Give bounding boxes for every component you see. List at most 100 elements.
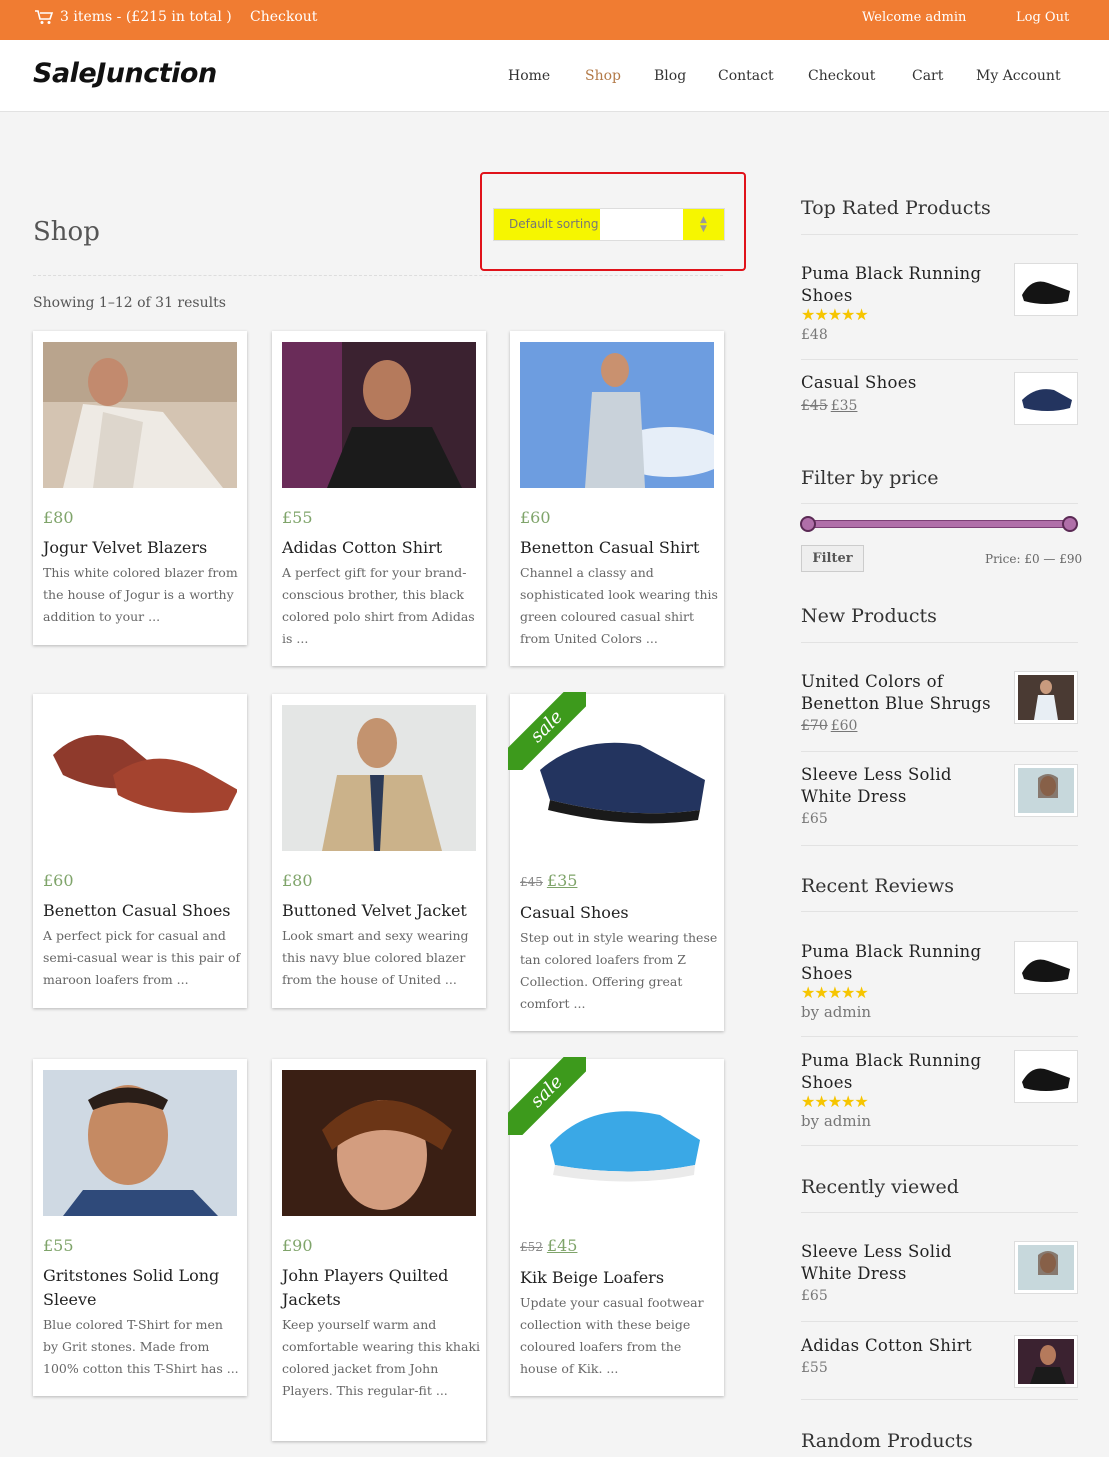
divider [801, 911, 1078, 912]
widget-title-recent-reviews: Recent Reviews [801, 875, 954, 897]
nav-contact[interactable]: Contact [718, 68, 774, 84]
widget-title-filter: Filter by price [801, 467, 939, 489]
product-card[interactable]: £55 Adidas Cotton Shirt A perfect gift f… [272, 331, 486, 666]
price-slider-min-handle[interactable] [800, 516, 816, 532]
widget-item-name[interactable]: Sleeve Less Solid White Dress [801, 1241, 1006, 1285]
product-name[interactable]: Buttoned Velvet Jacket [282, 899, 478, 923]
widget-title-new-products: New Products [801, 605, 937, 627]
widget-old-price: £70 [801, 718, 828, 734]
logout-link[interactable]: Log Out [1016, 10, 1069, 25]
widget-item-name[interactable]: United Colors of Benetton Blue Shrugs [801, 671, 1006, 715]
widget-title-recently-viewed: Recently viewed [801, 1176, 959, 1198]
price-slider-max-handle[interactable] [1062, 516, 1078, 532]
product-name[interactable]: Benetton Casual Shirt [520, 536, 716, 560]
rating-stars: ★★★★★ [801, 1092, 869, 1111]
widget-item-name[interactable]: Sleeve Less Solid White Dress [801, 764, 1006, 808]
divider [801, 1399, 1078, 1400]
nav-cart[interactable]: Cart [912, 68, 943, 84]
topbar-checkout-link[interactable]: Checkout [250, 9, 317, 25]
sale-ribbon: sale [508, 1057, 586, 1135]
price-slider-track[interactable] [806, 520, 1073, 528]
site-logo[interactable]: SaleJunction [33, 58, 217, 89]
product-image[interactable] [43, 705, 237, 851]
divider [801, 359, 1078, 360]
product-price: £45 £35 [520, 871, 577, 890]
nav-shop[interactable]: Shop [585, 68, 621, 84]
sale-ribbon: sale [508, 692, 586, 770]
divider [801, 642, 1078, 643]
product-card[interactable]: sale £45 £35 Casual Shoes Step out in sty… [508, 692, 724, 1031]
filter-button[interactable]: Filter [801, 545, 864, 572]
divider [801, 503, 1078, 504]
widget-item-thumbnail[interactable] [1014, 941, 1078, 994]
product-description: Step out in style wearing these tan colo… [520, 930, 718, 1011]
product-card[interactable]: sale £52 £45 Kik Beige Loafers Update you… [508, 1057, 724, 1396]
widget-item-name[interactable]: Adidas Cotton Shirt [801, 1335, 1006, 1357]
price-range-text: Price: £0 — £90 [985, 552, 1083, 566]
product-description: A perfect pick for casual and semi-casua… [43, 928, 241, 987]
product-description: Channel a classy and sophisticated look … [520, 565, 718, 646]
product-name[interactable]: Adidas Cotton Shirt [282, 536, 478, 560]
product-image[interactable] [282, 705, 476, 851]
widget-item-thumbnail[interactable] [1014, 1335, 1078, 1388]
product-image[interactable] [282, 342, 476, 488]
product-card[interactable]: £90 John Players Quilted Jackets Keep yo… [272, 1059, 486, 1441]
nav-checkout[interactable]: Checkout [808, 68, 875, 84]
product-old-price: £45 [520, 875, 543, 889]
nav-my-account[interactable]: My Account [976, 68, 1061, 84]
divider [801, 234, 1078, 235]
product-image[interactable] [520, 342, 714, 488]
product-price: £60 [520, 508, 551, 527]
nav-home[interactable]: Home [508, 68, 550, 84]
widget-item-price: £45 £35 [801, 398, 857, 414]
widget-item-name[interactable]: Puma Black Running Shoes [801, 941, 1006, 985]
product-image[interactable] [43, 342, 237, 488]
product-card[interactable]: £80 Buttoned Velvet Jacket Look smart an… [272, 694, 486, 1008]
widget-item-thumbnail[interactable] [1014, 1050, 1078, 1103]
nav-blog[interactable]: Blog [654, 68, 686, 84]
product-description: Blue colored T-Shirt for men by Grit sto… [43, 1317, 239, 1376]
product-name[interactable]: Kik Beige Loafers [520, 1266, 716, 1290]
widget-item-thumbnail[interactable] [1014, 263, 1078, 316]
widget-item-price: £55 [801, 1360, 828, 1376]
widget-item-name[interactable]: Puma Black Running Shoes [801, 1050, 1006, 1094]
product-card[interactable]: £60 Benetton Casual Shoes A perfect pick… [33, 694, 247, 1008]
rating-stars: ★★★★★ [801, 983, 869, 1002]
widget-sale-price: £35 [830, 398, 858, 414]
widget-item-name[interactable]: Puma Black Running Shoes [801, 263, 1006, 307]
product-name[interactable]: Casual Shoes [520, 901, 716, 925]
divider [33, 275, 723, 276]
page-title: Shop [33, 217, 100, 247]
product-card[interactable]: £60 Benetton Casual Shirt Channel a clas… [510, 331, 724, 666]
product-sale-price: £35 [546, 871, 578, 890]
product-image[interactable] [282, 1070, 476, 1216]
sort-select[interactable]: Default sorting ▲ ▼ [493, 208, 725, 241]
product-description: Update your casual footwear collection w… [520, 1295, 704, 1376]
top-bar: 3 items - (£215 in total ) Checkout Welc… [0, 0, 1109, 40]
product-image[interactable] [43, 1070, 237, 1216]
widget-item-name[interactable]: Casual Shoes [801, 372, 1006, 394]
widget-item-price: £65 [801, 1288, 828, 1304]
product-card[interactable]: £55 Gritstones Solid Long Sleeve Blue co… [33, 1059, 247, 1396]
product-sale-price: £45 [546, 1236, 578, 1255]
widget-item-thumbnail[interactable] [1014, 1241, 1078, 1294]
product-price: £55 [43, 1236, 74, 1255]
review-author: by admin [801, 1003, 872, 1021]
divider [801, 751, 1078, 752]
product-name[interactable]: Jogur Velvet Blazers [43, 536, 239, 560]
product-card[interactable]: £80 Jogur Velvet Blazers This white colo… [33, 331, 247, 645]
widget-item-price: £48 [801, 327, 828, 343]
widget-item-thumbnail[interactable] [1014, 764, 1078, 817]
product-description: This white colored blazer from the house… [43, 565, 238, 624]
widget-title-random-products: Random Products [801, 1430, 973, 1452]
product-name[interactable]: Gritstones Solid Long Sleeve [43, 1264, 239, 1312]
divider [801, 1145, 1078, 1146]
cart-summary-link[interactable]: 3 items - (£215 in total ) [34, 9, 232, 25]
widget-item-thumbnail[interactable] [1014, 671, 1078, 724]
widget-item-thumbnail[interactable] [1014, 372, 1078, 425]
widget-old-price: £45 [801, 398, 828, 414]
product-name[interactable]: John Players Quilted Jackets [282, 1264, 478, 1312]
product-description: A perfect gift for your brand-conscious … [282, 565, 475, 646]
product-name[interactable]: Benetton Casual Shoes [43, 899, 239, 923]
rating-stars: ★★★★★ [801, 305, 869, 324]
